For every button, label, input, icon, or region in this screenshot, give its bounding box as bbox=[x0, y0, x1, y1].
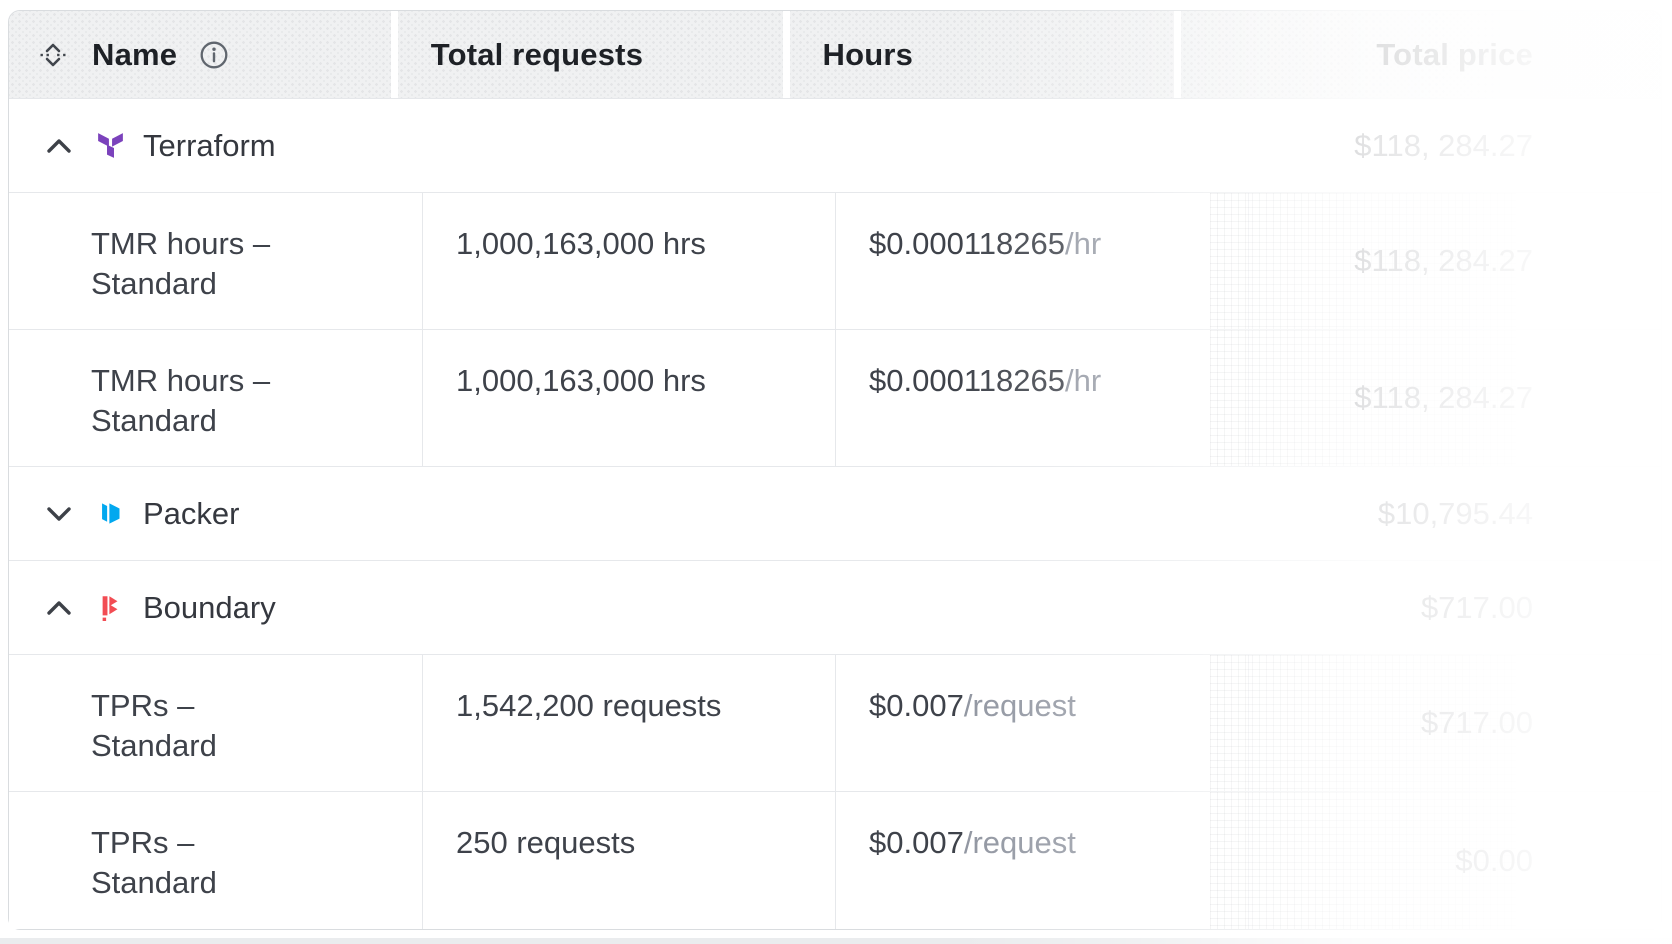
hours-cell: $0.007/request bbox=[835, 655, 1248, 791]
column-label-name: Name bbox=[92, 37, 177, 73]
rate-unit: /request bbox=[964, 825, 1076, 860]
total-requests-value: 1,000,163,000 hrs bbox=[456, 226, 706, 261]
table-body: Terraform $118, 284.27 TMR hours – Stand… bbox=[9, 99, 1661, 929]
product-name: Terraform bbox=[143, 128, 276, 164]
boundary-logo-icon bbox=[97, 594, 124, 621]
column-label-total-price: Total price bbox=[1376, 37, 1533, 73]
item-name: TPRs – Standard bbox=[91, 686, 303, 766]
total-price-cell: $717.00 bbox=[1248, 590, 1661, 626]
category-name-cell: Packer bbox=[9, 496, 1248, 532]
chevron-up-icon bbox=[46, 600, 72, 616]
item-name: TMR hours – Standard bbox=[91, 224, 303, 304]
product-name: Boundary bbox=[143, 590, 276, 626]
total-price-cell: $118, 284.27 bbox=[1248, 193, 1661, 329]
column-label-hours: Hours bbox=[823, 37, 914, 73]
item-name-cell: TPRs – Standard bbox=[9, 792, 422, 929]
row-toggle-button[interactable] bbox=[45, 598, 73, 618]
item-name: TMR hours – Standard bbox=[91, 361, 303, 441]
table-row: TMR hours – Standard 1,000,163,000 hrs $… bbox=[9, 193, 1661, 330]
info-icon[interactable] bbox=[199, 40, 229, 70]
total-requests-cell: 250 requests bbox=[422, 792, 835, 929]
rate-value: $0.007 bbox=[869, 688, 964, 723]
total-requests-cell: 1,000,163,000 hrs bbox=[422, 330, 835, 466]
item-name: TPRs – Standard bbox=[91, 823, 303, 903]
item-name-cell: TPRs – Standard bbox=[9, 655, 422, 791]
rate-value: $0.007 bbox=[869, 825, 964, 860]
column-header-name: Name bbox=[9, 11, 391, 98]
hours-cell: $0.000118265/hr bbox=[835, 330, 1248, 466]
total-price-cell: $118, 284.27 bbox=[1248, 128, 1661, 164]
hours-cell: $0.007/request bbox=[835, 792, 1248, 929]
total-price-value: $118, 284.27 bbox=[1354, 128, 1533, 164]
total-requests-value: 1,542,200 requests bbox=[456, 688, 721, 723]
total-requests-cell: 1,542,200 requests bbox=[422, 655, 835, 791]
total-price-cell: $0.00 bbox=[1248, 792, 1661, 929]
category-name-cell: Boundary bbox=[9, 590, 1248, 626]
packer-logo-icon bbox=[97, 500, 124, 527]
table-row: TPRs – Standard 250 requests $0.007/requ… bbox=[9, 792, 1661, 929]
category-name-cell: Terraform bbox=[9, 128, 1248, 164]
category-row[interactable]: Terraform $118, 284.27 bbox=[9, 99, 1661, 193]
total-price-value: $717.00 bbox=[1421, 703, 1533, 743]
table-row: TPRs – Standard 1,542,200 requests $0.00… bbox=[9, 655, 1661, 792]
bottom-edge-strip bbox=[0, 938, 1672, 944]
total-price-value: $717.00 bbox=[1421, 590, 1533, 626]
row-toggle-button[interactable] bbox=[45, 136, 73, 156]
total-price-cell: $717.00 bbox=[1248, 655, 1661, 791]
total-price-value: $10,795.44 bbox=[1378, 496, 1533, 532]
drag-handle-icon[interactable] bbox=[39, 41, 67, 69]
rate-value: $0.000118265 bbox=[869, 226, 1065, 261]
total-price-value: $0.00 bbox=[1455, 841, 1533, 881]
total-price-value: $118, 284.27 bbox=[1354, 241, 1533, 281]
total-requests-value: 250 requests bbox=[456, 825, 635, 860]
terraform-logo-icon bbox=[97, 132, 124, 159]
column-header-hours: Hours bbox=[790, 11, 1175, 98]
total-price-value: $118, 284.27 bbox=[1354, 378, 1533, 418]
total-price-cell: $118, 284.27 bbox=[1248, 330, 1661, 466]
total-requests-cell: 1,000,163,000 hrs bbox=[422, 193, 835, 329]
rate-unit: /hr bbox=[1065, 363, 1101, 398]
product-name: Packer bbox=[143, 496, 239, 532]
chevron-down-icon bbox=[46, 506, 72, 522]
usage-table: Name Total requests Hours Total price bbox=[8, 10, 1662, 930]
hours-cell: $0.000118265/hr bbox=[835, 193, 1248, 329]
column-label-total-requests: Total requests bbox=[431, 37, 643, 73]
rate-value: $0.000118265 bbox=[869, 363, 1065, 398]
table-row: TMR hours – Standard 1,000,163,000 hrs $… bbox=[9, 330, 1661, 467]
rate-unit: /request bbox=[964, 688, 1076, 723]
rate-unit: /hr bbox=[1065, 226, 1101, 261]
item-name-cell: TMR hours – Standard bbox=[9, 330, 422, 466]
total-requests-value: 1,000,163,000 hrs bbox=[456, 363, 706, 398]
category-row[interactable]: Boundary $717.00 bbox=[9, 561, 1661, 655]
total-price-cell: $10,795.44 bbox=[1248, 496, 1661, 532]
column-header-total-price: Total price bbox=[1181, 11, 1661, 98]
row-toggle-button[interactable] bbox=[45, 504, 73, 524]
item-name-cell: TMR hours – Standard bbox=[9, 193, 422, 329]
chevron-up-icon bbox=[46, 138, 72, 154]
category-row[interactable]: Packer $10,795.44 bbox=[9, 467, 1661, 561]
table-header: Name Total requests Hours Total price bbox=[9, 11, 1661, 99]
column-header-total-requests: Total requests bbox=[398, 11, 783, 98]
